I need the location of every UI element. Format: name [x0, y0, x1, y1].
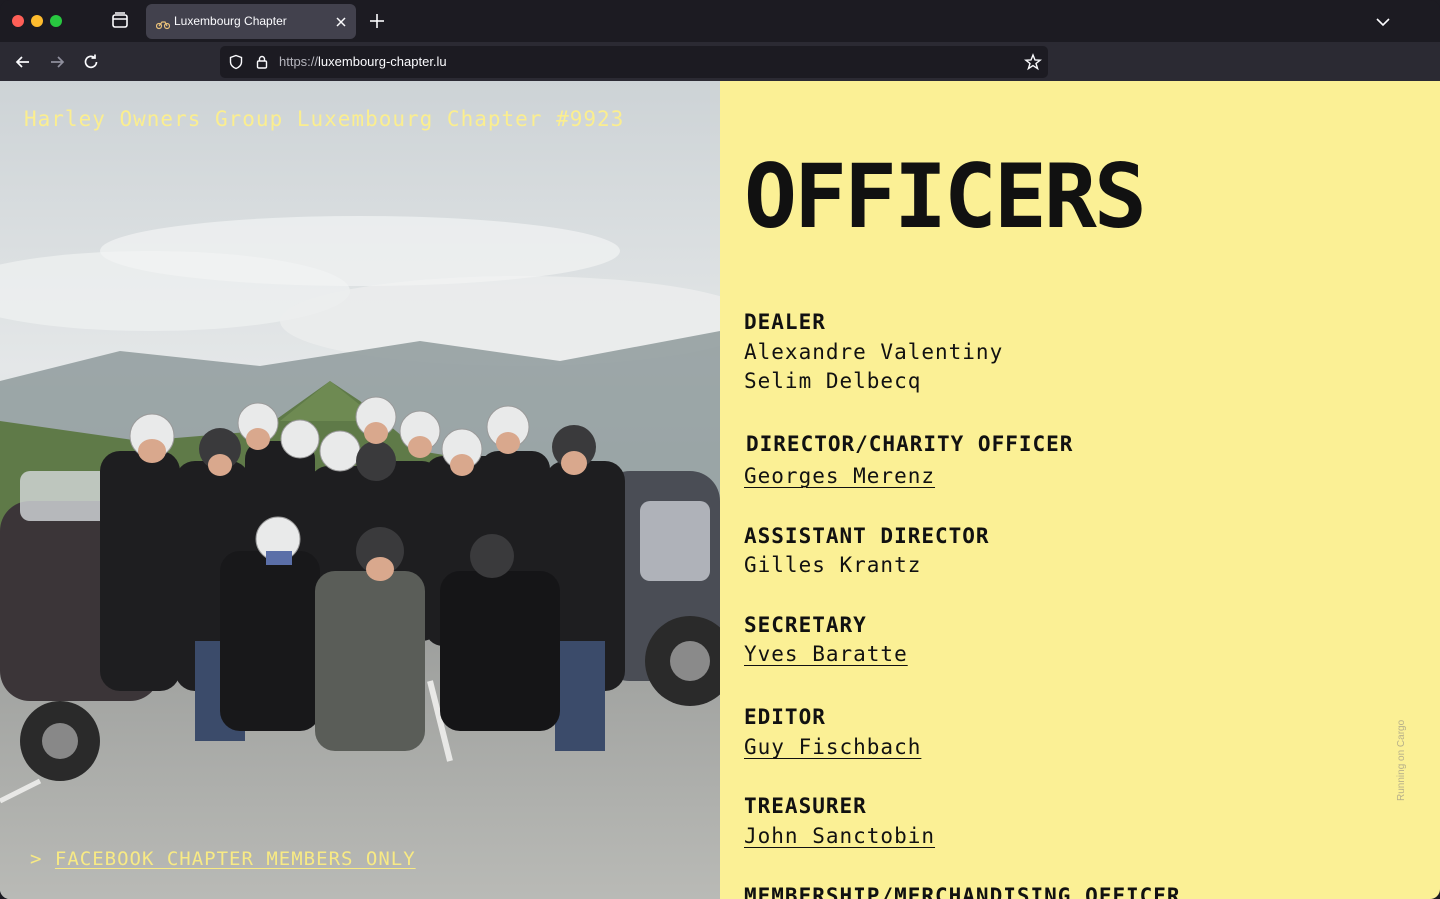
- web-page: Harley Owners Group Luxembourg Chapter #…: [0, 81, 1440, 899]
- officer-name-link[interactable]: Yves Baratte: [744, 642, 908, 666]
- group-photo-image: [0, 81, 720, 899]
- new-tab-plus-icon[interactable]: [368, 12, 386, 30]
- group-photo: Harley Owners Group Luxembourg Chapter #…: [0, 81, 720, 899]
- navigation-bar: https://luxembourg-chapter.lu: [0, 42, 1440, 81]
- role-secretary: SECRETARY: [744, 613, 867, 637]
- officer-name: Alexandre Valentiny: [744, 340, 1004, 364]
- officer-name: Gilles Krantz: [744, 553, 922, 577]
- close-window-button[interactable]: [12, 15, 24, 27]
- officer-name: Selim Delbecq: [744, 369, 922, 393]
- role-treasurer: TREASURER: [744, 794, 867, 818]
- site-title[interactable]: Harley Owners Group Luxembourg Chapter #…: [24, 107, 624, 131]
- reload-icon[interactable]: [81, 52, 101, 72]
- role-dealer: DEALER: [744, 310, 826, 334]
- facebook-link-label[interactable]: FACEBOOK CHAPTER MEMBERS ONLY: [55, 848, 416, 870]
- tab-list-icon[interactable]: [108, 10, 132, 32]
- browser-window: Luxembourg Chapter https://luxembourg-ch…: [0, 0, 1440, 899]
- tab-active[interactable]: Luxembourg Chapter: [146, 4, 356, 39]
- link-arrow: >: [30, 848, 43, 870]
- officers-heading: OFFICERS: [744, 145, 1147, 248]
- officer-name-link[interactable]: Guy Fischbach: [744, 735, 921, 759]
- officer-name-link[interactable]: John Sanctobin: [744, 824, 935, 848]
- role-editor: EDITOR: [744, 705, 826, 729]
- back-arrow-icon[interactable]: [13, 52, 33, 72]
- role-director-charity-officer: DIRECTOR/CHARITY OFFICER: [746, 432, 1074, 456]
- tab-bar: Luxembourg Chapter: [0, 0, 1440, 42]
- lock-icon[interactable]: [254, 54, 270, 70]
- tab-title: Luxembourg Chapter: [174, 14, 287, 28]
- officer-name-link[interactable]: Georges Merenz: [744, 464, 935, 488]
- forward-arrow-icon[interactable]: [47, 52, 67, 72]
- bookmark-star-icon[interactable]: [1023, 53, 1043, 71]
- tracking-shield-icon[interactable]: [228, 54, 244, 70]
- zoom-window-button[interactable]: [50, 15, 62, 27]
- url-bar[interactable]: https://luxembourg-chapter.lu: [220, 46, 1048, 78]
- officers-panel: OFFICERS DEALER Alexandre Valentiny Seli…: [720, 81, 1440, 899]
- role-membership-merchandising-officer: MEMBERSHIP/MERCHANDISING OFFICER: [744, 884, 1181, 899]
- facebook-members-link[interactable]: > FACEBOOK CHAPTER MEMBERS ONLY: [30, 848, 416, 870]
- running-on-cargo-link[interactable]: Running on Cargo: [1396, 720, 1407, 801]
- chevron-down-icon[interactable]: [1375, 14, 1391, 28]
- url-text[interactable]: https://luxembourg-chapter.lu: [279, 54, 447, 69]
- harley-favicon-icon: [155, 15, 171, 30]
- role-assistant-director: ASSISTANT DIRECTOR: [744, 524, 990, 548]
- minimize-window-button[interactable]: [31, 15, 43, 27]
- tab-close-icon[interactable]: [334, 14, 348, 28]
